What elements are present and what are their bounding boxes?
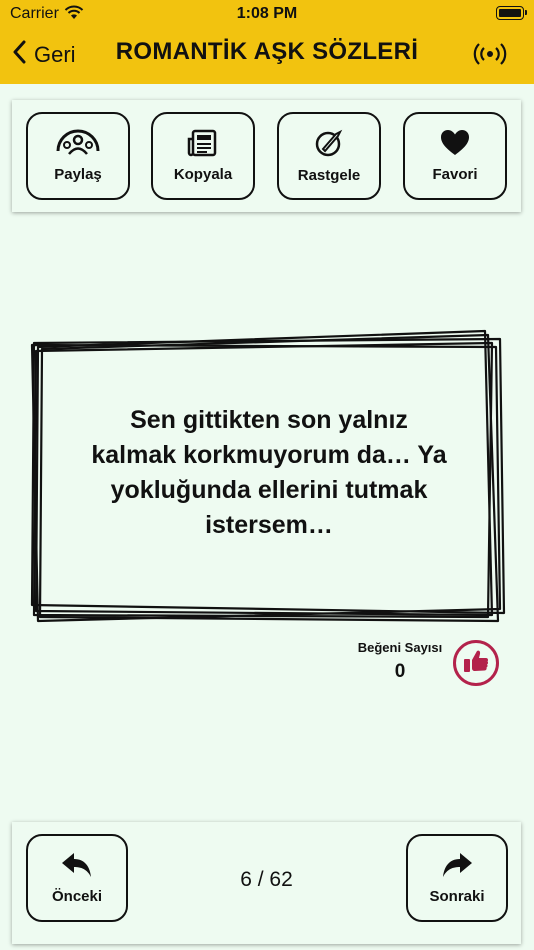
next-button[interactable]: Sonraki: [406, 834, 508, 922]
quote-card: Sen gittikten son yalnız kalmak korkmuyo…: [30, 325, 508, 625]
arrow-forward-icon: [441, 851, 473, 884]
heart-icon: [440, 129, 470, 162]
next-label: Sonraki: [429, 888, 485, 905]
share-label: Paylaş: [54, 166, 102, 183]
page-title: ROMANTİK AŞK SÖZLERİ: [115, 38, 419, 65]
broadcast-icon[interactable]: [472, 42, 508, 71]
favorite-label: Favori: [432, 166, 478, 183]
favorite-button[interactable]: Favori: [403, 112, 507, 200]
newspaper-icon: [187, 129, 219, 162]
like-count-value: 0: [394, 661, 406, 682]
quote-text: Sen gittikten son yalnız kalmak korkmuyo…: [91, 406, 447, 539]
action-toolbar: Paylaş Kopyala Rastgele Favori: [12, 100, 521, 212]
random-label: Rastgele: [297, 167, 361, 184]
battery-icon: [496, 6, 527, 20]
pagination-bar: Önceki 6 / 62 Sonraki: [12, 822, 521, 944]
like-counter: Beğeni Sayısı 0: [350, 640, 450, 683]
random-button[interactable]: Rastgele: [277, 112, 381, 200]
navigation-bar: Carrier 1:08 PM Geri ROMANTİK AŞK SÖZLER…: [0, 0, 534, 84]
share-icon: [55, 129, 101, 162]
thumbs-up-icon: [463, 648, 489, 679]
share-button[interactable]: Paylaş: [26, 112, 130, 200]
like-button[interactable]: [453, 640, 499, 686]
random-icon: [314, 128, 344, 163]
copy-label: Kopyala: [173, 166, 233, 183]
like-count-label: Beğeni Sayısı: [357, 640, 443, 655]
clock: 1:08 PM: [236, 5, 298, 22]
copy-button[interactable]: Kopyala: [151, 112, 255, 200]
status-bar: Carrier 1:08 PM: [0, 0, 534, 28]
